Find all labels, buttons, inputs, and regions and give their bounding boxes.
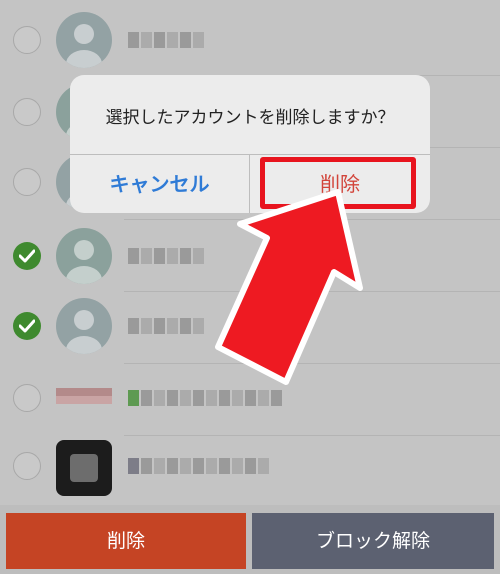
pointer-arrow-icon: [215, 189, 363, 385]
bottom-action-bar: 削除 ブロック解除: [0, 505, 500, 574]
unblock-button[interactable]: ブロック解除: [252, 513, 494, 569]
delete-button[interactable]: 削除: [6, 513, 246, 569]
